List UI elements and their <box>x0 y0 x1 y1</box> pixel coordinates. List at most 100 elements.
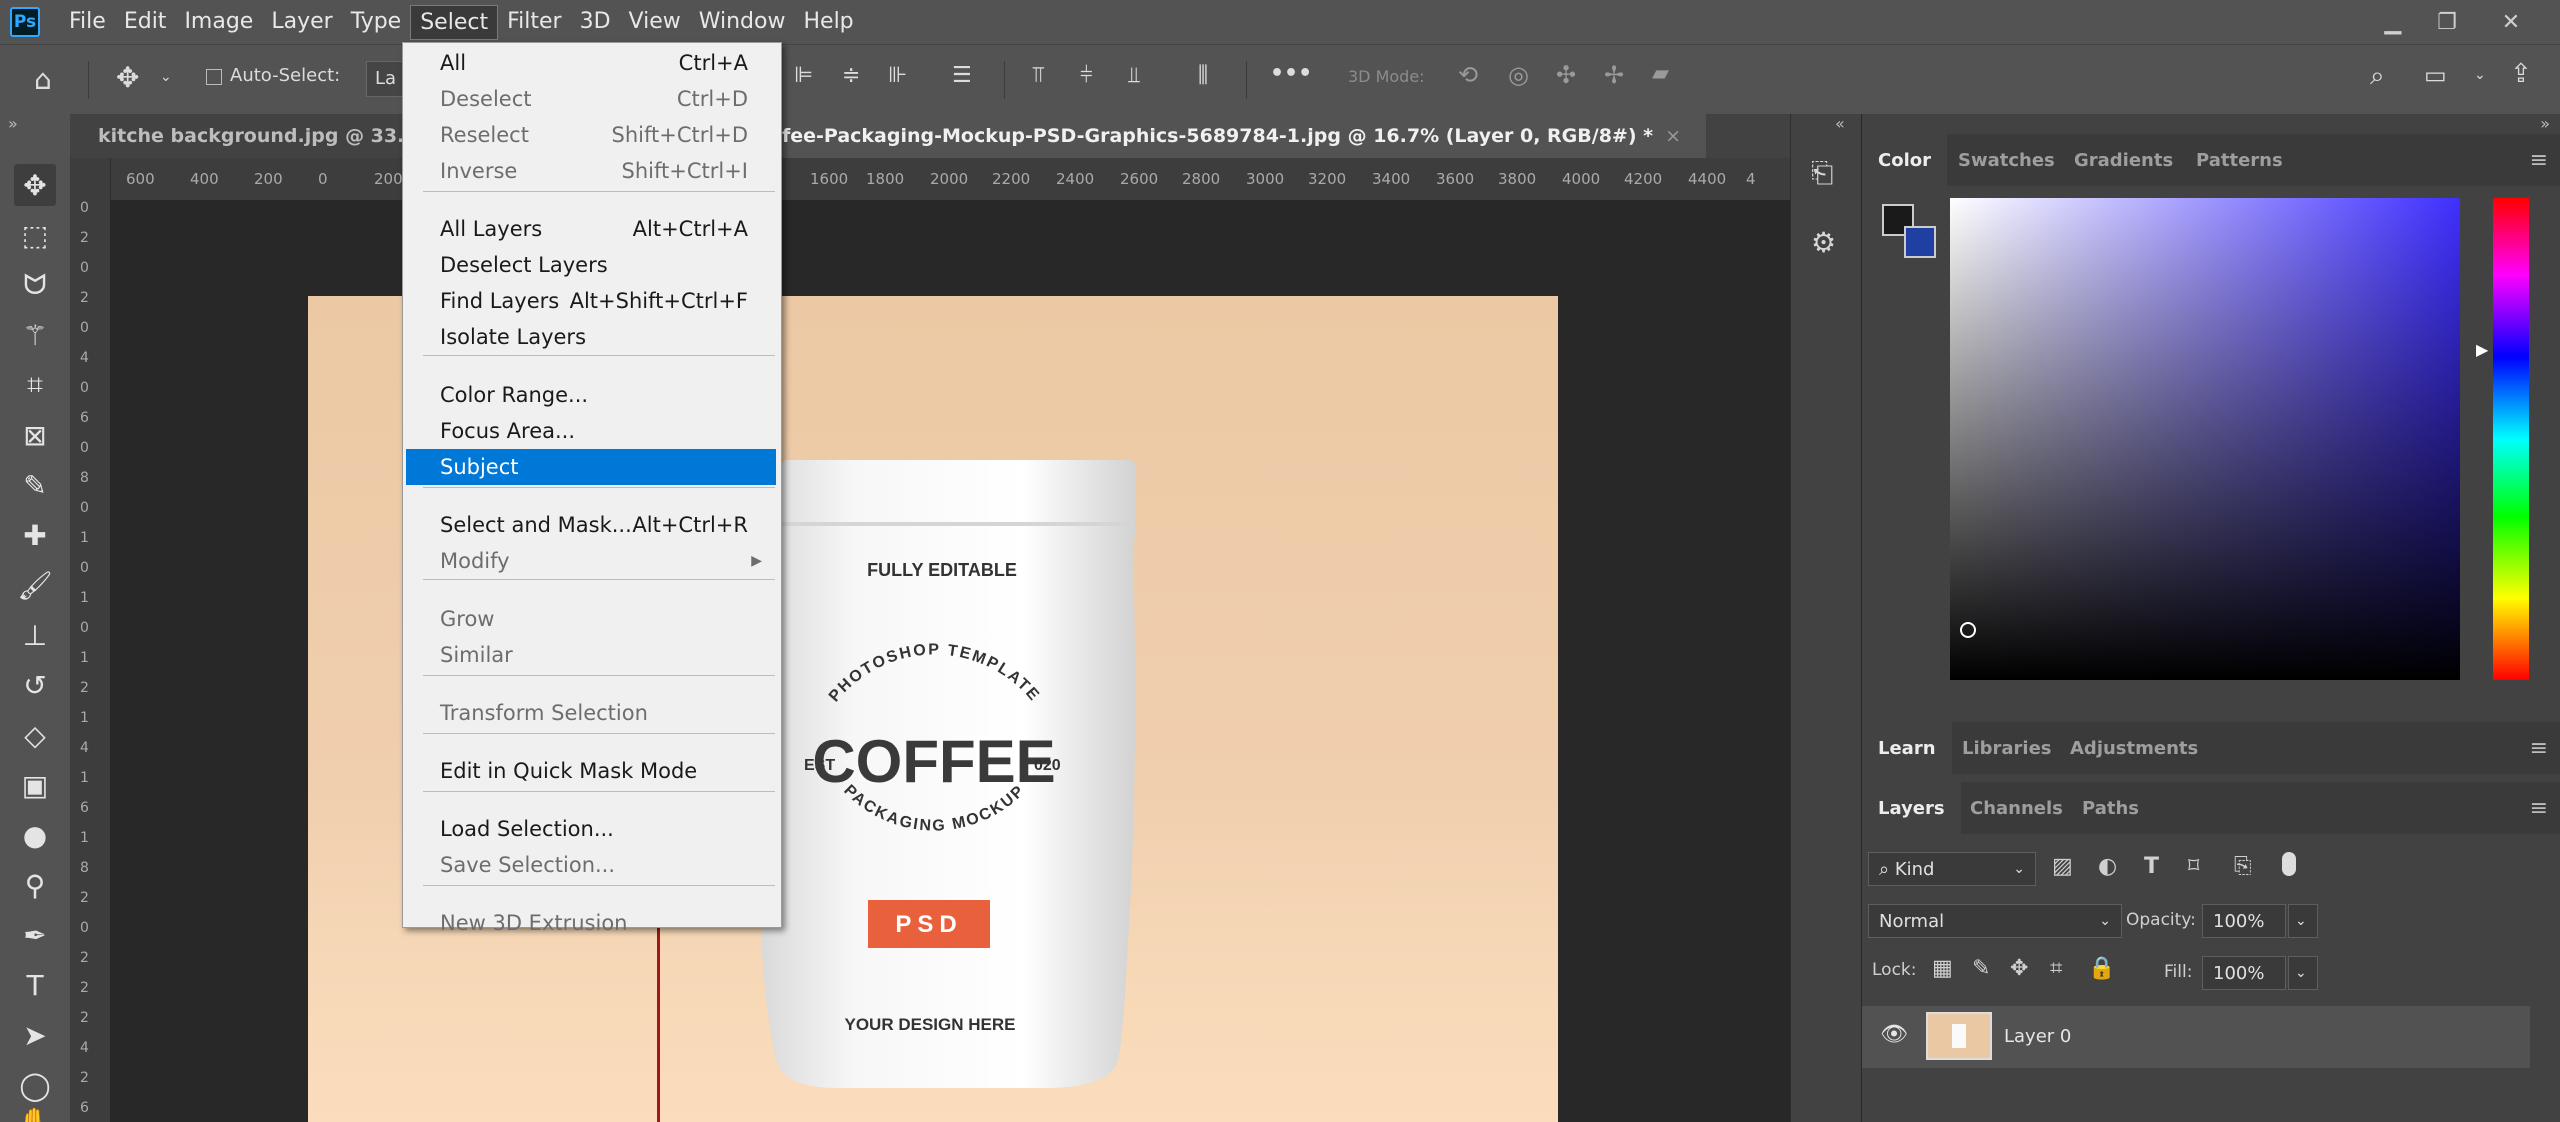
background-color-swatch[interactable] <box>1904 226 1936 258</box>
distribute-vertical-icon[interactable]: ⫼ <box>1198 63 1208 88</box>
select-menu-item-deselect[interactable]: Deselect Ctrl+D <box>406 81 776 117</box>
panel-menu-icon[interactable]: ≡ <box>2530 148 2548 173</box>
share-icon[interactable]: ⇪ <box>2510 59 2532 89</box>
tab-libraries[interactable]: Libraries <box>1962 722 2052 774</box>
layer-row[interactable]: 👁 Layer 0 <box>1862 1006 2530 1068</box>
type-tool-icon[interactable]: T <box>14 964 56 1006</box>
panel-menu-icon[interactable]: ≡ <box>2530 736 2548 761</box>
history-panel-icon[interactable]: ⎗ <box>1811 156 1833 190</box>
select-menu-item-similar[interactable]: Similar <box>406 637 776 673</box>
more-options-button[interactable]: ••• <box>1270 61 1312 86</box>
color-picker-cursor[interactable] <box>1960 622 1976 638</box>
ellipse-tool-icon[interactable]: ◯ <box>14 1064 56 1106</box>
select-menu-item-modify[interactable]: Modify ▶ <box>406 543 776 579</box>
crop-tool-icon[interactable]: ⌗ <box>14 364 56 406</box>
blend-mode-dropdown[interactable]: Normal ⌄ <box>1868 904 2122 938</box>
align-top-icon[interactable]: ⫪ <box>1032 63 1044 88</box>
close-window-button[interactable]: ✕ <box>2484 0 2538 44</box>
collapse-dock-icon[interactable]: « <box>1835 114 1845 133</box>
auto-select-target-dropdown[interactable]: La <box>366 61 406 97</box>
select-menu-item-reselect[interactable]: Reselect Shift+Ctrl+D <box>406 117 776 153</box>
select-menu-item-inverse[interactable]: Inverse Shift+Ctrl+I <box>406 153 776 189</box>
distribute-icon[interactable]: ☰ <box>952 63 972 88</box>
menu-edit[interactable]: Edit <box>115 5 176 40</box>
chevron-down-icon[interactable]: ⌄ <box>160 69 172 85</box>
menu-file[interactable]: File <box>60 5 115 40</box>
search-icon[interactable]: ⌕ <box>2370 61 2385 92</box>
auto-select-checkbox[interactable] <box>206 69 222 85</box>
tab-coffee-mockup[interactable]: fee-Packaging-Mockup-PSD-Graphics-568978… <box>774 114 1706 158</box>
lock-transparency-icon[interactable]: ▦ <box>1932 956 1953 981</box>
lock-pixels-icon[interactable]: ✎ <box>1972 956 1990 981</box>
tab-swatches[interactable]: Swatches <box>1958 134 2055 186</box>
clone-stamp-tool-icon[interactable]: ⊥ <box>14 614 56 656</box>
opacity-input[interactable]: 100% <box>2202 904 2286 938</box>
3d-scale-icon[interactable]: ▰ <box>1652 61 1669 86</box>
tab-layers[interactable]: Layers <box>1862 782 1961 834</box>
eyedropper-tool-icon[interactable]: ✎ <box>14 464 56 506</box>
lock-all-icon[interactable]: 🔒 <box>2088 956 2115 981</box>
color-picker-field[interactable] <box>1950 198 2460 680</box>
filter-toggle-icon[interactable] <box>2282 852 2296 876</box>
hue-slider-handle[interactable]: ▶ <box>2476 340 2488 359</box>
menu-image[interactable]: Image <box>175 5 262 40</box>
panel-menu-icon[interactable]: ≡ <box>2530 796 2548 821</box>
3d-pan-icon[interactable]: ✣ <box>1556 61 1576 89</box>
align-left-icon[interactable]: ⊫ <box>794 63 813 88</box>
path-selection-tool-icon[interactable]: ➤ <box>14 1014 56 1056</box>
menu-filter[interactable]: Filter <box>498 5 570 40</box>
type-layer-filter-icon[interactable]: T <box>2144 854 2159 879</box>
select-menu-item-new-3d-extrusion[interactable]: New 3D Extrusion <box>406 905 776 941</box>
align-right-icon[interactable]: ⊪ <box>888 63 907 88</box>
move-tool-icon[interactable]: ✥ <box>14 164 56 206</box>
fill-chevron-icon[interactable]: ⌄ <box>2288 956 2318 990</box>
align-bottom-icon[interactable]: ⫫ <box>1128 63 1140 88</box>
opacity-chevron-icon[interactable]: ⌄ <box>2288 904 2318 938</box>
lasso-tool-icon[interactable]: ᗢ <box>14 264 56 306</box>
tab-learn[interactable]: Learn <box>1862 722 1952 774</box>
fill-input[interactable]: 100% <box>2202 956 2286 990</box>
tab-channels[interactable]: Channels <box>1970 782 2063 834</box>
select-menu-item-save-selection[interactable]: Save Selection... <box>406 847 776 883</box>
home-icon[interactable]: ⌂ <box>34 63 52 96</box>
restore-button[interactable]: ❐ <box>2420 0 2474 44</box>
select-menu-item-find-layers[interactable]: Find Layers Alt+Shift+Ctrl+F <box>406 283 776 319</box>
tab-close-icon[interactable]: × <box>1665 125 1681 147</box>
smart-object-filter-icon[interactable]: ⎘ <box>2234 854 2252 879</box>
expand-panels-icon[interactable]: » <box>2540 114 2550 133</box>
select-menu-item-load-selection[interactable]: Load Selection... <box>406 811 776 847</box>
align-center-icon[interactable]: ≑ <box>842 63 860 88</box>
collapse-toolbar-icon[interactable]: » <box>8 114 18 133</box>
menu-help[interactable]: Help <box>794 5 862 40</box>
select-menu-item-color-range[interactable]: Color Range... <box>406 377 776 413</box>
select-menu-item-focus-area[interactable]: Focus Area... <box>406 413 776 449</box>
dodge-tool-icon[interactable]: ⚲ <box>14 864 56 906</box>
move-tool-preset-icon[interactable]: ✥ <box>116 61 139 94</box>
select-menu-item-all[interactable]: All Ctrl+A <box>406 45 776 81</box>
menu-view[interactable]: View <box>620 5 690 40</box>
menu-type[interactable]: Type <box>342 5 411 40</box>
layer-kind-filter[interactable]: ⌕ Kind ⌄ <box>1868 852 2036 886</box>
hue-slider[interactable] <box>2493 198 2529 680</box>
shape-layer-filter-icon[interactable]: ⌑ <box>2188 854 2199 879</box>
lock-position-icon[interactable]: ✥ <box>2010 956 2028 981</box>
select-menu-item-transform-selection[interactable]: Transform Selection <box>406 695 776 731</box>
tab-paths[interactable]: Paths <box>2082 782 2139 834</box>
align-middle-icon[interactable]: ⫩ <box>1080 63 1093 88</box>
3d-orbit-icon[interactable]: ⟲ <box>1458 61 1478 89</box>
tab-gradients[interactable]: Gradients <box>2074 134 2173 186</box>
tab-patterns[interactable]: Patterns <box>2196 134 2283 186</box>
select-menu-item-subject[interactable]: Subject <box>406 449 776 485</box>
frame-tool-icon[interactable]: ⊠ <box>14 414 56 456</box>
history-brush-tool-icon[interactable]: ↺ <box>14 664 56 706</box>
tab-adjustments[interactable]: Adjustments <box>2070 722 2198 774</box>
minimize-button[interactable]: ▁ <box>2366 0 2420 44</box>
gradient-tool-icon[interactable]: ▣ <box>14 764 56 806</box>
menu-layer[interactable]: Layer <box>262 5 341 40</box>
select-menu-item-deselect-layers[interactable]: Deselect Layers <box>406 247 776 283</box>
menu-3d[interactable]: 3D <box>571 5 620 40</box>
pen-tool-icon[interactable]: ✒ <box>14 914 56 956</box>
lock-artboard-icon[interactable]: ⌗ <box>2050 956 2062 981</box>
menu-select[interactable]: Select <box>410 4 499 40</box>
tab-color[interactable]: Color <box>1862 134 1947 186</box>
